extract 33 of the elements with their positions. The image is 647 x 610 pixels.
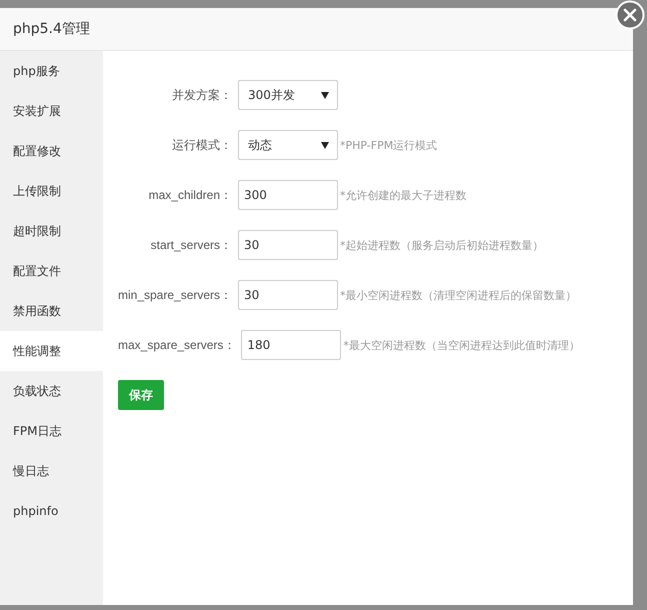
dropdown[interactable]: 300并发 (238, 80, 338, 110)
field-label: max_spare_servers： (118, 336, 236, 354)
dropdown[interactable]: 动态 (238, 130, 338, 160)
sidebar-item[interactable]: 性能调整 (0, 331, 103, 371)
close-icon[interactable] (615, 0, 645, 30)
sidebar-item[interactable]: 安装扩展 (0, 91, 103, 131)
field-label: 运行模式： (171, 136, 232, 154)
sidebar-item[interactable]: phpinfo (0, 491, 103, 531)
window-title: php5.4管理 (13, 20, 90, 38)
sidebar-item[interactable]: 超时限制 (0, 211, 103, 251)
field-label: start_servers： (150, 236, 232, 254)
input-field[interactable]: 180 (241, 330, 342, 360)
hint-text: *PHP-FPM运行模式 (340, 138, 438, 152)
sidebar-item[interactable]: 禁用函数 (0, 291, 103, 331)
sidebar-item[interactable]: 配置修改 (0, 131, 103, 171)
input-field[interactable]: 300 (238, 180, 338, 210)
caret-icon (321, 92, 329, 98)
hint-text: *允许创建的最大子进程数 (340, 188, 466, 202)
field-label: 并发方案： (171, 86, 232, 104)
sidebar-item[interactable]: 负载状态 (0, 371, 103, 411)
hint-text: *最小空闲进程数（清理空闲进程后的保留数量） (340, 288, 577, 302)
input-field[interactable]: 30 (238, 230, 338, 260)
caret-icon (321, 142, 329, 148)
sidebar-item[interactable]: php服务 (0, 51, 103, 91)
field-label: max_children： (148, 186, 232, 204)
hint-text: *起始进程数（服务启动后初始进程数量） (340, 238, 544, 252)
field-label: min_spare_servers： (118, 286, 232, 304)
sidebar-item[interactable]: FPM日志 (0, 411, 103, 451)
hint-text: *最大空闲进程数（当空闲进程达到此值时清理） (343, 338, 580, 352)
sidebar-item[interactable]: 上传限制 (0, 171, 103, 211)
sidebar-item[interactable]: 慢日志 (0, 451, 103, 491)
input-field[interactable]: 30 (238, 280, 338, 310)
sidebar-item[interactable]: 配置文件 (0, 251, 103, 291)
